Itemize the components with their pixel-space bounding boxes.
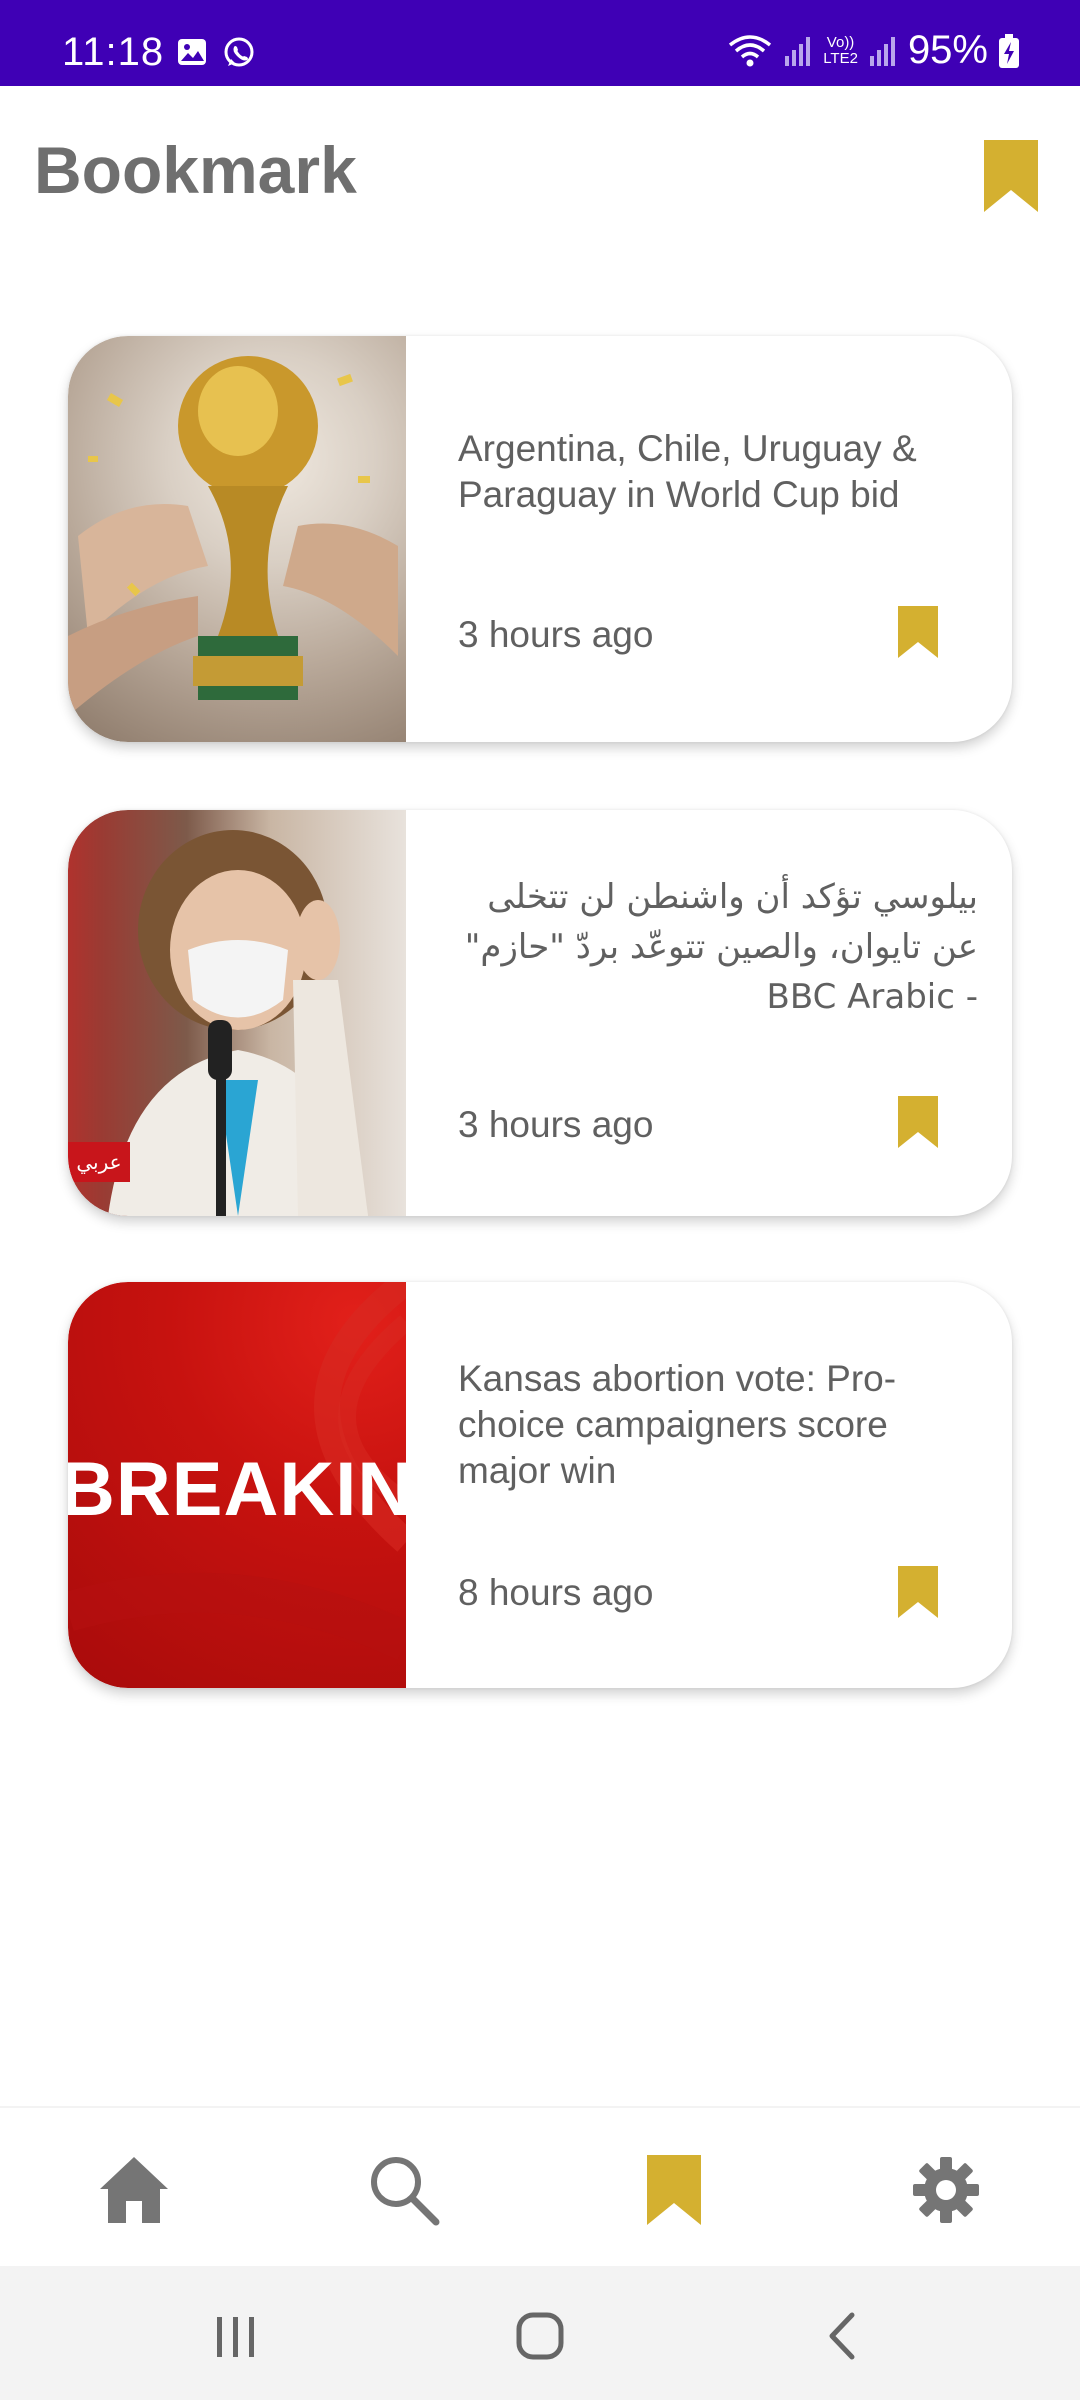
battery-percentage: 95% xyxy=(907,28,988,72)
search-icon xyxy=(371,2157,440,2226)
image-tag: عربي xyxy=(68,1142,130,1182)
article-time: 3 hours ago xyxy=(458,1104,654,1145)
article-time: 3 hours ago xyxy=(458,614,654,655)
image-icon xyxy=(178,39,206,65)
breaking-label: BREAKING xyxy=(68,1447,406,1532)
recents-icon xyxy=(217,2317,254,2357)
bookmark-icon[interactable] xyxy=(898,1566,938,1618)
bookmark-icon xyxy=(647,2155,701,2225)
wifi-icon xyxy=(729,34,772,66)
back-button[interactable] xyxy=(812,2306,872,2366)
nav-home[interactable] xyxy=(94,2150,174,2230)
article-card[interactable]: Argentina, Chile, Uruguay & Paraguay in … xyxy=(68,336,1012,742)
signal-icon xyxy=(785,36,811,66)
nav-settings[interactable] xyxy=(906,2150,986,2230)
page-title: Bookmark xyxy=(34,133,357,207)
back-icon xyxy=(829,2312,855,2360)
article-card[interactable]: BREAKING Kansas abortion vote: Pro-choic… xyxy=(68,1282,1012,1688)
article-image: BREAKING xyxy=(68,1282,406,1688)
recents-button[interactable] xyxy=(206,2306,266,2366)
bookmark-icon[interactable] xyxy=(984,140,1038,212)
nav-bookmark[interactable] xyxy=(634,2150,714,2230)
home-circle-icon xyxy=(516,2312,564,2360)
bookmark-icon[interactable] xyxy=(898,1096,938,1148)
home-system-button[interactable] xyxy=(510,2306,570,2366)
status-notification-icons xyxy=(176,36,256,70)
whatsapp-icon xyxy=(224,37,254,67)
article-title[interactable]: Argentina, Chile, Uruguay & Paraguay in … xyxy=(458,426,978,518)
system-navigation xyxy=(0,2266,1080,2400)
gear-icon xyxy=(913,2157,979,2223)
bookmark-icon[interactable] xyxy=(898,606,938,658)
nav-search[interactable] xyxy=(364,2150,444,2230)
article-image: عربي xyxy=(68,810,406,1216)
status-time: 11:18 xyxy=(62,30,165,74)
status-bar: 11:18 Vo)) LTE2 95% xyxy=(0,0,1080,86)
battery-charging-icon xyxy=(999,33,1019,68)
home-icon xyxy=(100,2157,168,2223)
trophy-illustration xyxy=(68,356,398,716)
lte-icon: Vo)) LTE2 xyxy=(823,33,858,67)
status-system-icons: Vo)) LTE2 95% xyxy=(727,28,1020,73)
bottom-navigation xyxy=(0,2106,1080,2266)
article-title[interactable]: Kansas abortion vote: Pro-choice campaig… xyxy=(458,1356,978,1494)
article-title[interactable]: بيلوسي تؤكد أن واشنطن لن تتخلى عن تايوان… xyxy=(458,872,978,1022)
article-time: 8 hours ago xyxy=(458,1572,654,1613)
article-image xyxy=(68,336,406,742)
article-card[interactable]: عربي بيلوسي تؤكد أن واشنطن لن تتخلى عن ت… xyxy=(68,810,1012,1216)
signal-icon xyxy=(869,36,895,66)
